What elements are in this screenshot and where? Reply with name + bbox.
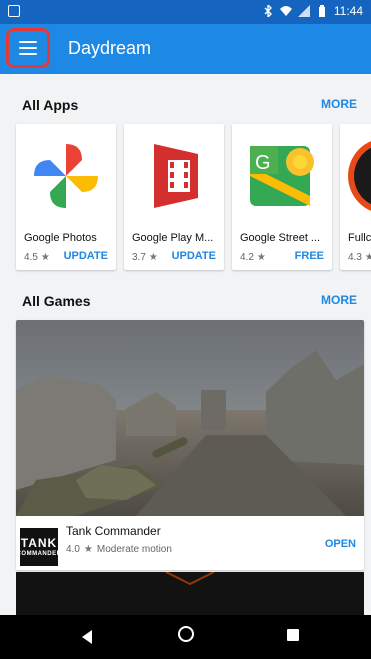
all-games-title: All Games [22,293,91,309]
google-photos-icon [26,136,106,216]
app-action-button[interactable]: UPDATE [64,250,108,262]
bluetooth-icon [262,3,274,19]
app-name: Fullc [348,232,371,244]
menu-icon [19,41,37,55]
fulldive-icon [346,136,371,216]
logo-text-secondary: COMMANDER [16,551,62,557]
rating-value: 4.2 [240,252,254,263]
star-icon: ★ [148,252,158,263]
app-rating: 4.5 ★ [24,252,50,263]
star-icon: ★ [364,252,371,263]
game-meta: 4.0 ★ Moderate motion [66,544,172,555]
app-name: Google Play M... [132,232,214,244]
google-play-movies-icon [134,136,214,216]
all-games-more-button[interactable]: MORE [321,293,357,307]
app-action-button[interactable]: UPDATE [172,250,216,262]
status-bar: 11:44 [0,0,371,24]
apps-row: Google Photos 4.5 ★ UPDATE Google Play M… [16,124,371,270]
main-content: All Apps MORE Google Photos 4.5 ★ UPDATE [0,74,371,615]
rating-value: 3.7 [132,252,146,263]
star-icon: ★ [83,544,93,555]
game-title: Tank Commander [66,524,161,538]
tank-commander-logo: TANK COMMANDER [17,528,61,566]
google-street-view-icon: G [242,136,322,216]
app-rating: 3.7 ★ [132,252,158,263]
app-name: Google Photos [24,232,97,244]
recent-apps-icon[interactable] [287,629,299,641]
app-card-fulldive[interactable]: Fullc 4.3 ★ [340,124,371,270]
status-icons: 11:44 [262,3,363,19]
game-info: TANK COMMANDER Tank Commander 4.0 ★ Mode… [16,516,364,570]
app-rating: 4.3 ★ [348,252,371,263]
notification-icon [8,5,20,17]
app-title: Daydream [68,38,152,58]
game-open-button[interactable]: OPEN [325,538,356,550]
app-card-google-street-view[interactable]: G Google Street ... 4.2 ★ FREE [232,124,332,270]
game-banner-image [16,320,364,516]
menu-button[interactable] [6,28,50,68]
app-card-google-play-movies[interactable]: Google Play M... 3.7 ★ UPDATE [124,124,224,270]
star-icon: ★ [40,252,50,263]
app-name: Google Street ... [240,232,321,244]
navigation-bar [0,615,371,659]
app-action-button[interactable]: FREE [295,250,324,262]
rating-value: 4.3 [348,252,362,263]
motion-label: Moderate motion [96,544,172,555]
app-rating: 4.2 ★ [240,252,266,263]
next-game-card-preview[interactable] [16,572,364,615]
logo-text-primary: TANK [20,536,58,550]
rating-value: 4.5 [24,252,38,263]
app-bar: Daydream [0,24,371,74]
status-time: 11:44 [333,4,363,18]
wifi-icon [279,5,292,17]
app-card-google-photos[interactable]: Google Photos 4.5 ★ UPDATE [16,124,116,270]
game-rating: 4.0 [66,544,80,555]
battery-icon [316,5,328,17]
star-icon: ★ [256,252,266,263]
back-icon[interactable] [82,630,92,644]
signal-icon [297,5,310,17]
all-apps-title: All Apps [22,97,79,113]
all-apps-more-button[interactable]: MORE [321,97,357,111]
svg-text:G: G [255,152,271,174]
home-icon[interactable] [178,626,194,642]
game-card-tank-commander[interactable]: TANK COMMANDER Tank Commander 4.0 ★ Mode… [16,320,364,570]
